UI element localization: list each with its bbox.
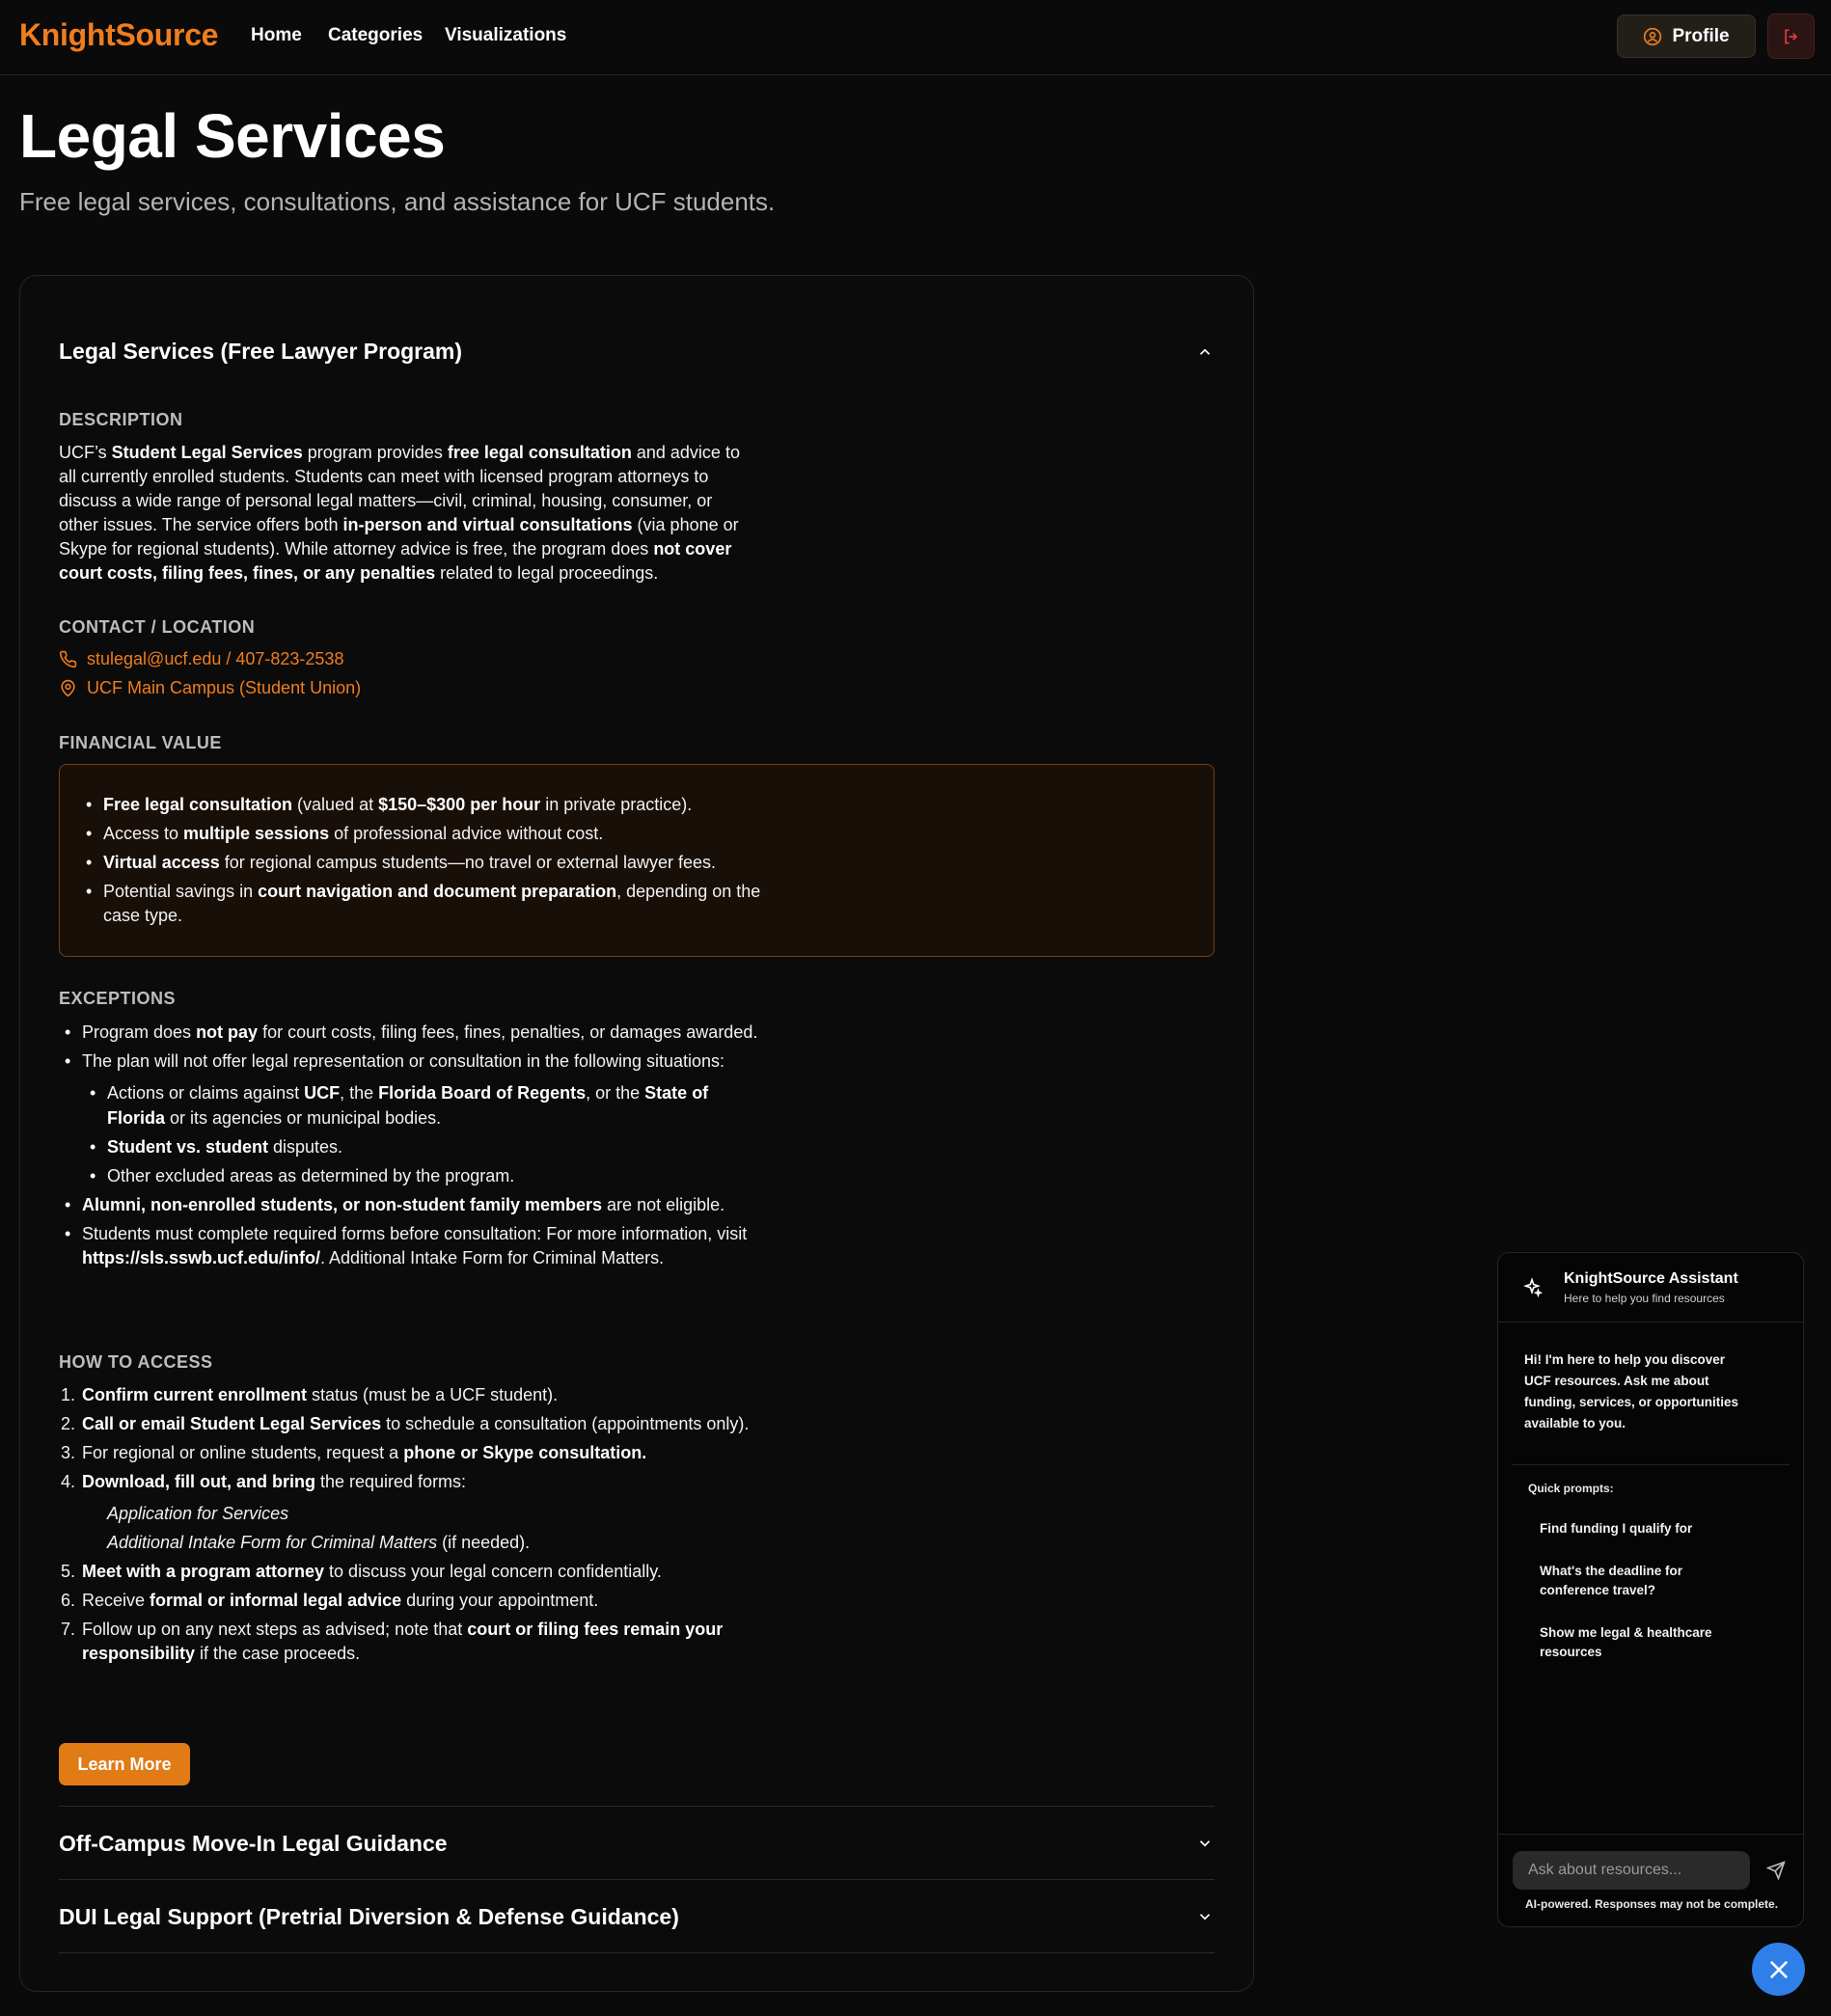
- divider: [59, 1806, 1215, 1807]
- divider: [59, 1952, 1215, 1953]
- sparkles-icon: [1523, 1277, 1543, 1298]
- exceptions-list: Program does not pay for court costs, fi…: [59, 1021, 763, 1275]
- chat-close-button[interactable]: [1752, 1943, 1805, 1996]
- quick-prompts-label: Quick prompts:: [1528, 1482, 1614, 1495]
- contact-phone-email-text: stulegal@ucf.edu / 407-823-2538: [87, 649, 344, 668]
- list-item: 2. Call or email Student Legal Services t…: [61, 1414, 750, 1433]
- quick-prompt-funding[interactable]: Find funding I qualify for: [1540, 1519, 1762, 1539]
- list-item: The plan will not offer legal representa…: [59, 1049, 763, 1188]
- how-to-access-label: HOW TO ACCESS: [59, 1352, 213, 1372]
- list-item: Potential savings in court navigation an…: [80, 880, 794, 928]
- list-item: Access to multiple sessions of professio…: [80, 822, 794, 846]
- chevron-down-icon[interactable]: [1196, 1835, 1214, 1852]
- description-text: UCF’s Student Legal Services program pro…: [59, 443, 740, 583]
- contact-location[interactable]: UCF Main Campus (Student Union): [59, 678, 361, 698]
- learn-more-button[interactable]: Learn More: [59, 1743, 190, 1785]
- nav-home[interactable]: Home: [251, 25, 302, 46]
- list-item: Additional Intake Form for Criminal Matt…: [107, 1533, 531, 1552]
- accordion-title-legal-services[interactable]: Legal Services (Free Lawyer Program): [59, 339, 462, 365]
- phone-icon: [59, 650, 77, 668]
- accordion-title-move-in[interactable]: Off-Campus Move-In Legal Guidance: [59, 1831, 448, 1857]
- list-item: 3. For regional or online students, reque…: [61, 1443, 647, 1462]
- chat-input[interactable]: [1513, 1851, 1750, 1890]
- logout-button[interactable]: [1767, 14, 1815, 59]
- chat-header: KnightSource Assistant Here to help you …: [1498, 1253, 1803, 1322]
- quick-prompt-legal-healthcare[interactable]: Show me legal & healthcare resources: [1540, 1623, 1733, 1662]
- assistant-chat-panel: KnightSource Assistant Here to help you …: [1497, 1252, 1804, 1927]
- list-item: Actions or claims against UCF, the Flori…: [84, 1081, 763, 1131]
- close-icon: [1769, 1960, 1788, 1978]
- send-icon: [1766, 1861, 1786, 1880]
- financial-list: Free legal consultation (valued at $150–…: [80, 793, 794, 933]
- page-title: Legal Services: [19, 101, 446, 171]
- page-subtitle: Free legal services, consultations, and …: [19, 187, 776, 216]
- logout-icon: [1784, 29, 1797, 43]
- list-item: 6. Receive formal or informal legal advic…: [61, 1591, 599, 1610]
- list-item: 4. Download, fill out, and bring the requ…: [59, 1470, 763, 1555]
- map-pin-icon: [61, 679, 75, 697]
- contact-phone-email[interactable]: stulegal@ucf.edu / 407-823-2538: [59, 649, 343, 669]
- send-button[interactable]: [1763, 1857, 1790, 1884]
- financial-label: FINANCIAL VALUE: [59, 733, 222, 752]
- chat-subtitle: Here to help you find resources: [1564, 1292, 1725, 1305]
- list-item: Virtual access for regional campus stude…: [80, 851, 794, 875]
- list-item: Alumni, non-enrolled students, or non-st…: [59, 1193, 763, 1217]
- list-item: Other excluded areas as determined by th…: [84, 1164, 763, 1188]
- top-navbar: KnightSource Home Categories Visualizati…: [0, 0, 1831, 75]
- chevron-up-icon[interactable]: [1196, 343, 1214, 361]
- assistant-greeting: Hi! I'm here to help you discover UCF re…: [1524, 1352, 1739, 1430]
- contact-location-text: UCF Main Campus (Student Union): [87, 678, 362, 697]
- profile-label: Profile: [1672, 25, 1730, 46]
- list-item: Program does not pay for court costs, fi…: [59, 1021, 763, 1045]
- divider: [1498, 1834, 1803, 1835]
- nav-categories[interactable]: Categories: [328, 25, 423, 46]
- profile-button[interactable]: Profile: [1617, 14, 1756, 58]
- divider: [1512, 1464, 1790, 1465]
- chat-disclaimer: AI-powered. Responses may not be complet…: [1525, 1897, 1779, 1911]
- list-item: Application for Services: [107, 1504, 289, 1523]
- exceptions-label: EXCEPTIONS: [59, 989, 177, 1008]
- chat-title: KnightSource Assistant: [1564, 1270, 1738, 1287]
- quick-prompt-deadline[interactable]: What's the deadline for conference trave…: [1540, 1562, 1704, 1600]
- description-label: DESCRIPTION: [59, 410, 183, 429]
- list-item: Students must complete required forms be…: [59, 1222, 763, 1270]
- chevron-down-icon[interactable]: [1196, 1908, 1214, 1925]
- list-item: Student vs. student disputes.: [84, 1135, 763, 1159]
- how-to-access-list: 1. Confirm current enrollment status (mus…: [59, 1383, 763, 1671]
- divider: [59, 1879, 1215, 1880]
- brand-logo[interactable]: KnightSource: [19, 17, 218, 53]
- list-item: Free legal consultation (valued at $150–…: [80, 793, 794, 817]
- list-item: 1. Confirm current enrollment status (mus…: [61, 1385, 559, 1404]
- contact-label: CONTACT / LOCATION: [59, 617, 256, 637]
- nav-visualizations[interactable]: Visualizations: [445, 25, 566, 46]
- accordion-title-dui[interactable]: DUI Legal Support (Pretrial Diversion & …: [59, 1904, 679, 1930]
- user-circle-icon: [1644, 27, 1662, 45]
- list-item: 7. Follow up on any next steps as advised…: [61, 1620, 724, 1663]
- list-item: 5. Meet with a program attorney to discus…: [61, 1562, 662, 1581]
